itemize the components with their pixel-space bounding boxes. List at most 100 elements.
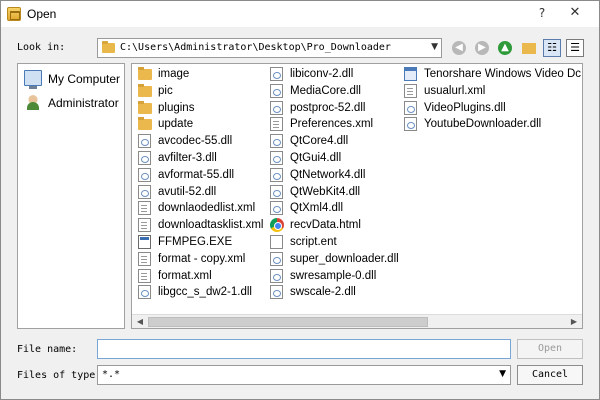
file-name: VideoPlugins.dll [424, 101, 506, 114]
dll-file-icon [270, 150, 283, 165]
up-folder-button[interactable]: ▲ [498, 41, 512, 55]
detail-view-button[interactable]: ☰ [566, 39, 584, 57]
list-view-button[interactable]: ☷ [543, 39, 561, 57]
dll-file-icon [270, 167, 283, 182]
file-name-label: File name: [17, 344, 78, 355]
dll-file-icon [138, 167, 151, 182]
file-name-input[interactable] [97, 339, 511, 359]
file-name: avfilter-3.dll [158, 151, 217, 164]
chrome-file-icon [270, 218, 284, 233]
dll-file-icon [270, 268, 283, 283]
file-name: update [158, 118, 194, 131]
file-name: downlaodedlist.xml [158, 202, 256, 215]
dll-file-icon [138, 285, 151, 300]
sidebar-item-label: My Computer [48, 72, 121, 86]
file-name: libgcc_s_dw2-1.dll [158, 286, 252, 299]
file-name: swscale-2.dll [290, 286, 356, 299]
files-of-type-label: Files of type: [17, 370, 102, 381]
sidebar-item-my-computer[interactable]: My Computer [22, 70, 122, 89]
dll-file-icon [270, 67, 283, 81]
file-name: avformat-55.dll [158, 168, 235, 181]
dll-file-icon [270, 285, 283, 300]
dll-file-icon [404, 117, 417, 132]
file-name: avcodec-55.dll [158, 135, 233, 148]
scroll-right-button[interactable]: ▶ [567, 316, 581, 328]
file-name: image [158, 68, 190, 80]
file-name: usualurl.xml [424, 84, 486, 97]
dll-file-icon [138, 150, 151, 165]
file-name: plugins [158, 101, 195, 114]
file-name: script.ent [290, 235, 337, 248]
look-in-path: C:\Users\Administrator\Desktop\Pro_Downl… [120, 42, 391, 53]
open-button[interactable]: Open [517, 339, 583, 359]
chevron-down-icon[interactable]: ▼ [431, 42, 438, 52]
user-icon [24, 94, 42, 110]
files-of-type-value: *.* [102, 369, 121, 380]
cancel-button[interactable]: Cancel [517, 365, 583, 385]
folder-file-icon [138, 100, 152, 114]
new-folder-icon [522, 43, 536, 54]
file-name: postproc-52.dll [290, 101, 366, 114]
file-name: swresample-0.dll [290, 269, 377, 282]
horizontal-scrollbar[interactable]: ◀ ▶ [132, 314, 582, 328]
file-list: image pic plugins update avcodec-55.dll avfil… [131, 63, 583, 329]
sidebar-item-label: Administrator [48, 96, 119, 110]
places-sidebar: My Computer Administrator [17, 63, 125, 329]
file-name: format.xml [158, 269, 212, 282]
folder-file-icon [138, 83, 152, 97]
files-of-type-select[interactable]: *.* ▼ [97, 365, 511, 385]
exe-file-icon [138, 234, 151, 249]
look-in-combobox[interactable]: C:\Users\Administrator\Desktop\Pro_Downl… [97, 38, 442, 58]
dll-file-icon [270, 100, 283, 115]
dll-file-icon [270, 83, 283, 98]
dll-file-icon [270, 201, 283, 216]
scrollbar-thumb[interactable] [148, 317, 428, 327]
look-in-label: Look in: [17, 42, 66, 53]
folder-file-icon [138, 67, 152, 80]
file-name: QtXml4.dll [290, 202, 344, 215]
file-name: recvData.html [290, 219, 361, 232]
dll-file-icon [404, 100, 417, 115]
file-name: QtNetwork4.dll [290, 168, 366, 181]
window-title: Open [27, 7, 57, 21]
forward-button[interactable]: ▶ [475, 41, 489, 55]
help-button[interactable]: ? [533, 4, 551, 22]
title-bar: Open ? ✕ [1, 1, 599, 27]
file-name: QtGui4.dll [290, 151, 342, 164]
app-file-icon [404, 67, 417, 81]
file-name: downloadtasklist.xml [158, 219, 264, 232]
dll-file-icon [270, 251, 283, 266]
dll-file-icon [270, 134, 283, 149]
folder-icon [102, 41, 115, 53]
computer-icon [24, 70, 42, 89]
file-name: format - copy.xml [158, 252, 246, 265]
file-name: Tenorshare Windows Video Dc [424, 68, 582, 80]
dll-file-icon [270, 184, 283, 199]
file-name: QtWebKit4.dll [290, 185, 361, 198]
xml-file-icon [138, 268, 151, 283]
close-button[interactable]: ✕ [559, 4, 591, 22]
back-button[interactable]: ◀ [452, 41, 466, 55]
file-name: libiconv-2.dll [290, 68, 354, 80]
chevron-down-icon[interactable]: ▼ [499, 369, 506, 379]
file-name: YoutubeDownloader.dll [424, 118, 542, 131]
file-name: MediaCore.dll [290, 84, 361, 97]
xml-file-icon [138, 251, 151, 266]
scroll-left-button[interactable]: ◀ [133, 316, 147, 328]
file-name: QtCore4.dll [290, 135, 349, 148]
app-folder-icon [7, 7, 21, 21]
dll-file-icon [138, 184, 151, 199]
file-name: avutil-52.dll [158, 185, 217, 198]
file-name: Preferences.xml [290, 118, 374, 131]
sidebar-item-administrator[interactable]: Administrator [22, 94, 122, 112]
file-name: super_downloader.dll [290, 252, 399, 265]
folder-file-icon [138, 117, 152, 131]
dll-file-icon [138, 134, 151, 149]
xml-file-icon [138, 218, 151, 233]
file-name: pic [158, 84, 173, 97]
open-dialog: Open ? ✕ Look in: C:\Users\Administrator… [0, 0, 600, 400]
blank-file-icon [270, 234, 283, 249]
new-folder-button[interactable] [520, 39, 538, 57]
file-name: FFMPEG.EXE [158, 235, 233, 248]
xml-file-icon [404, 83, 417, 98]
